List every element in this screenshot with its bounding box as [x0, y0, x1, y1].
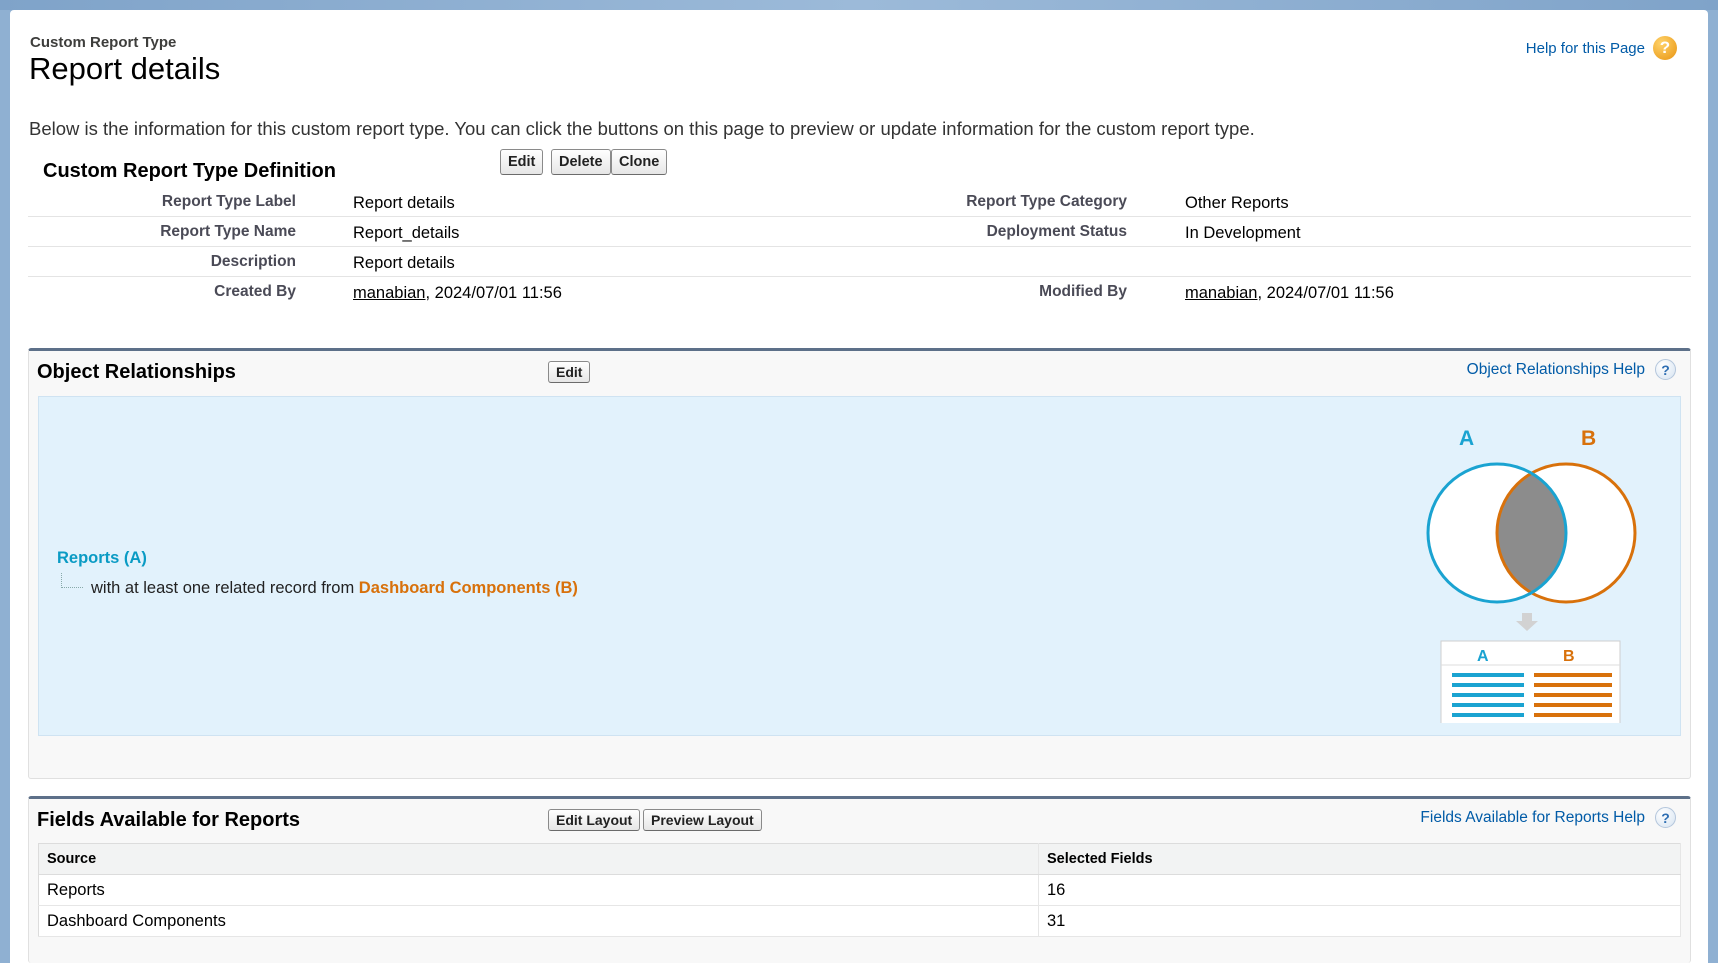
table-header-row: Source Selected Fields [38, 843, 1681, 875]
venn-label-a: A [1459, 427, 1474, 450]
object-relationships-help-link[interactable]: Object Relationships Help ? [1467, 359, 1676, 380]
report-type-name-label: Report Type Name [160, 223, 296, 240]
fields-available-panel: Fields Available for Reports Edit Layout… [28, 796, 1691, 963]
table-label-a: A [1477, 648, 1489, 665]
description-value: Report details [353, 254, 455, 272]
help-for-page-label[interactable]: Help for this Page [1526, 40, 1645, 57]
source-cell: Dashboard Components [38, 905, 1039, 937]
delete-button[interactable]: Delete [551, 149, 611, 175]
relationship-box: Reports (A) with at least one related re… [38, 396, 1681, 736]
detail-row: Created By manabian, 2024/07/01 11:56 Mo… [28, 277, 1691, 307]
help-question-icon[interactable]: ? [1655, 359, 1676, 380]
help-question-icon[interactable]: ? [1653, 36, 1677, 60]
object-relationships-panel: Object Relationships Edit Object Relatio… [28, 348, 1691, 779]
deployment-status-label: Deployment Status [986, 223, 1127, 240]
clone-button[interactable]: Clone [611, 149, 668, 175]
fields-table: Source Selected Fields Reports 16 Dashbo… [38, 843, 1681, 937]
modified-by-value: manabian, 2024/07/01 11:56 [1185, 284, 1394, 303]
preview-layout-button[interactable]: Preview Layout [643, 809, 762, 831]
edit-button[interactable]: Edit [500, 149, 544, 175]
page-description: Below is the information for this custom… [29, 118, 1255, 139]
top-banner [0, 0, 1718, 10]
modified-by-label: Modified By [1039, 283, 1127, 300]
fields-available-heading: Fields Available for Reports [37, 809, 301, 831]
relationship-description: with at least one related record from Da… [91, 579, 578, 598]
created-by-timestamp: , 2024/07/01 11:56 [425, 284, 562, 302]
report-type-category-label: Report Type Category [966, 193, 1127, 210]
column-header-source: Source [38, 843, 1039, 875]
definition-heading: Custom Report Type Definition [43, 160, 336, 182]
table-row: Dashboard Components 31 [38, 905, 1681, 937]
selected-fields-cell: 16 [1038, 874, 1681, 906]
edit-layout-button[interactable]: Edit Layout [548, 809, 641, 831]
relationship-connector [61, 573, 83, 588]
selected-fields-cell: 31 [1038, 905, 1681, 937]
modified-by-timestamp: , 2024/07/01 11:56 [1257, 284, 1394, 302]
page-title: Report details [29, 51, 221, 86]
secondary-object-label: Dashboard Components (B) [358, 579, 578, 597]
report-type-label-label: Report Type Label [161, 193, 296, 210]
source-cell: Reports [38, 874, 1039, 906]
relationship-text: with at least one related record from [91, 579, 359, 597]
created-by-label: Created By [214, 283, 296, 300]
result-table-illustration [1440, 640, 1621, 723]
venn-diagram-illustration: A B A B [1426, 427, 1637, 723]
breadcrumb: Custom Report Type [30, 34, 177, 51]
fields-available-help-link[interactable]: Fields Available for Reports Help ? [1420, 807, 1676, 828]
arrow-down-icon [1516, 613, 1538, 631]
table-row: Reports 16 [38, 874, 1681, 906]
fields-available-help-label[interactable]: Fields Available for Reports Help [1420, 809, 1645, 827]
help-for-page-link[interactable]: Help for this Page ? [1526, 36, 1677, 60]
column-header-selected-fields: Selected Fields [1038, 843, 1681, 875]
page-container: Custom Report Type Report details Help f… [10, 10, 1708, 963]
created-by-user-link[interactable]: manabian [353, 284, 425, 302]
table-label-b: B [1563, 648, 1575, 665]
created-by-value: manabian, 2024/07/01 11:56 [353, 284, 562, 303]
venn-label-b: B [1581, 427, 1596, 450]
description-label: Description [210, 253, 296, 270]
detail-row: Report Type Name Report_details Deployme… [28, 217, 1691, 247]
report-type-category-value: Other Reports [1185, 194, 1289, 212]
detail-row: Description Report details [28, 247, 1691, 277]
primary-object-label: Reports (A) [57, 549, 147, 567]
help-question-icon[interactable]: ? [1655, 807, 1676, 828]
detail-row: Report Type Label Report details Report … [28, 187, 1691, 217]
modified-by-user-link[interactable]: manabian [1185, 284, 1257, 302]
deployment-status-value: In Development [1185, 224, 1301, 242]
object-relationships-heading: Object Relationships [37, 361, 236, 383]
object-relationships-help-label[interactable]: Object Relationships Help [1467, 361, 1645, 379]
report-type-label-value: Report details [353, 194, 455, 212]
relationships-edit-button[interactable]: Edit [548, 361, 591, 383]
report-type-name-value: Report_details [353, 224, 460, 242]
